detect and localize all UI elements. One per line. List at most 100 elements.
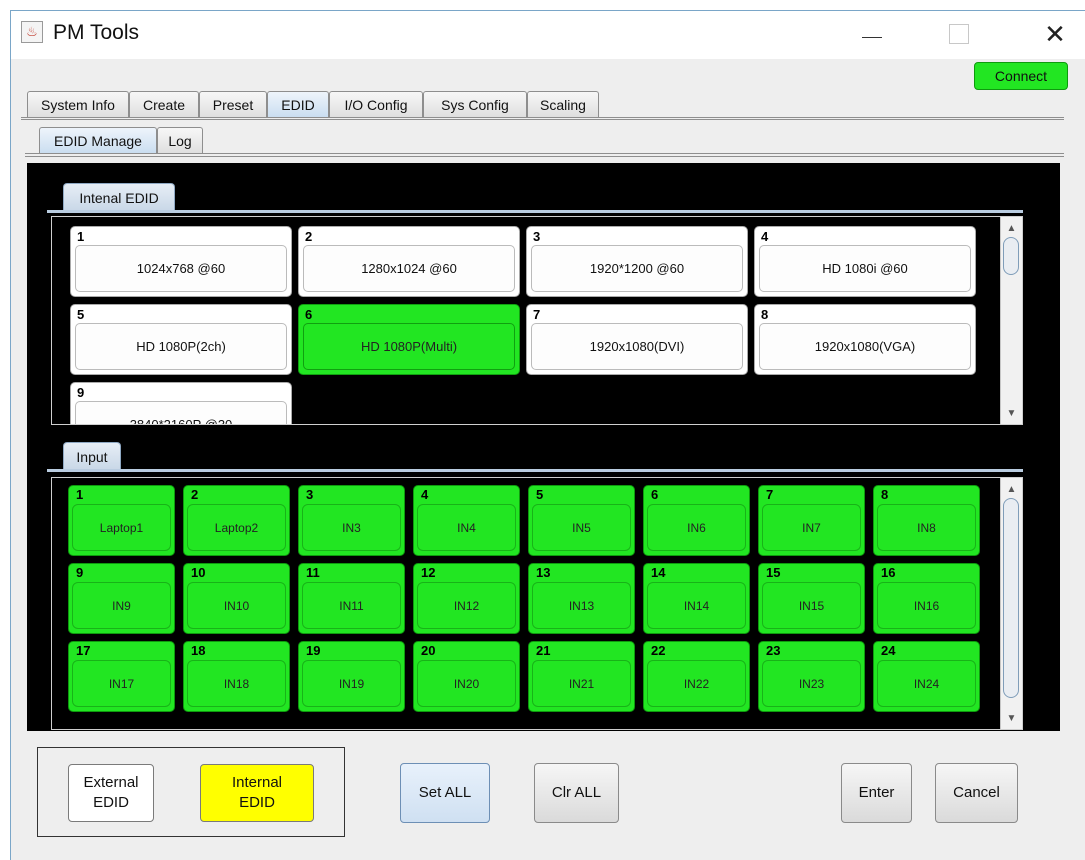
input-item-label: IN6 [647,504,746,551]
input-item-number: 23 [766,643,781,658]
clr-all-button[interactable]: Clr ALL [534,763,619,823]
input-item-number: 2 [191,487,199,502]
edid-item[interactable]: 9 3840*2160P @30 [70,382,292,424]
input-item[interactable]: 15 IN15 [758,563,865,634]
input-item[interactable]: 3 IN3 [298,485,405,556]
input-item[interactable]: 24 IN24 [873,641,980,712]
edid-mode-group: External EDID Internal EDID [37,747,345,837]
input-item[interactable]: 9 IN9 [68,563,175,634]
minimize-icon [862,36,882,38]
input-item[interactable]: 1 Laptop1 [68,485,175,556]
internal-edid-label-line1: Internal [231,774,283,791]
input-scrollbar[interactable]: ▲ ▼ [1000,478,1022,729]
input-item[interactable]: 2 Laptop2 [183,485,290,556]
input-item-number: 22 [651,643,666,658]
edid-item[interactable]: 1 1024x768 @60 [70,226,292,297]
edid-item[interactable]: 5 HD 1080P(2ch) [70,304,292,375]
input-item-label: IN24 [877,660,976,707]
edid-item[interactable]: 2 1280x1024 @60 [298,226,520,297]
internal-edid-label-line2: EDID [239,794,275,811]
connect-button[interactable]: Connect [974,62,1068,90]
set-all-button[interactable]: Set ALL [400,763,490,823]
edid-item-label: 1024x768 @60 [75,245,287,292]
input-item[interactable]: 19 IN19 [298,641,405,712]
edid-manage-panel: Intenal EDID 1 1024x768 @60 2 1280x1024 … [27,163,1060,731]
tab-system-info[interactable]: System Info [27,91,129,118]
enter-button[interactable]: Enter [841,763,912,823]
internal-edid-button[interactable]: Internal EDID [200,764,314,822]
edid-item-label: 1920x1080(DVI) [531,323,743,370]
input-item-label: IN11 [302,582,401,629]
input-item-label: IN3 [302,504,401,551]
input-item-number: 1 [76,487,84,502]
input-item-number: 18 [191,643,206,658]
input-section-tab[interactable]: Input [63,442,121,470]
input-item[interactable]: 23 IN23 [758,641,865,712]
input-item[interactable]: 18 IN18 [183,641,290,712]
edid-item[interactable]: 8 1920x1080(VGA) [754,304,976,375]
window-title: PM Tools [53,21,139,44]
tab-sys-config[interactable]: Sys Config [423,91,527,118]
app-window: ♨ PM Tools ✕ Connect System Info Create … [10,10,1085,860]
input-item[interactable]: 17 IN17 [68,641,175,712]
input-item[interactable]: 7 IN7 [758,485,865,556]
tab-scaling[interactable]: Scaling [527,91,599,118]
tab-preset[interactable]: Preset [199,91,267,118]
input-item-number: 11 [306,565,320,580]
input-item[interactable]: 16 IN16 [873,563,980,634]
edid-item-label: 1920*1200 @60 [531,245,743,292]
input-item-number: 20 [421,643,436,658]
input-item-number: 12 [421,565,436,580]
edid-item[interactable]: 7 1920x1080(DVI) [526,304,748,375]
input-item-label: IN10 [187,582,286,629]
input-item-number: 4 [421,487,429,502]
input-item[interactable]: 20 IN20 [413,641,520,712]
tab-edid[interactable]: EDID [267,91,329,118]
scroll-up-arrow-icon[interactable]: ▲ [1001,219,1022,237]
tab-create[interactable]: Create [129,91,199,118]
scroll-up-arrow-icon[interactable]: ▲ [1001,480,1022,498]
input-item-number: 3 [306,487,314,502]
input-item[interactable]: 5 IN5 [528,485,635,556]
internal-edid-section-tab[interactable]: Intenal EDID [63,183,175,211]
edid-item[interactable]: 3 1920*1200 @60 [526,226,748,297]
input-item-label: IN20 [417,660,516,707]
input-item[interactable]: 12 IN12 [413,563,520,634]
scroll-down-arrow-icon[interactable]: ▼ [1001,404,1022,422]
subtab-log[interactable]: Log [157,127,203,154]
edid-item-label: HD 1080i @60 [759,245,971,292]
input-item[interactable]: 4 IN4 [413,485,520,556]
input-list[interactable]: 1 Laptop1 2 Laptop2 3 IN3 4 IN4 5 IN5 6 IN6 7 IN7 8 IN8… [51,477,1023,730]
internal-edid-scrollbar[interactable]: ▲ ▼ [1000,217,1022,424]
input-item[interactable]: 22 IN22 [643,641,750,712]
tab-io-config[interactable]: I/O Config [329,91,423,118]
scroll-down-arrow-icon[interactable]: ▼ [1001,709,1022,727]
external-edid-button[interactable]: External EDID [68,764,154,822]
scroll-thumb[interactable] [1003,498,1019,698]
maximize-button[interactable] [936,17,982,51]
sub-tab-divider [25,153,1064,157]
input-item-label: IN16 [877,582,976,629]
input-item[interactable]: 21 IN21 [528,641,635,712]
edid-item-number: 3 [533,229,541,244]
input-item-number: 24 [881,643,896,658]
edid-item-number: 6 [305,307,313,322]
internal-edid-list[interactable]: 1 1024x768 @60 2 1280x1024 @60 3 1920*12… [51,216,1023,425]
cancel-button[interactable]: Cancel [935,763,1018,823]
main-tab-divider [21,117,1064,120]
input-item[interactable]: 13 IN13 [528,563,635,634]
edid-item[interactable]: 4 HD 1080i @60 [754,226,976,297]
input-divider [47,469,1023,472]
input-item[interactable]: 11 IN11 [298,563,405,634]
subtab-edid-manage[interactable]: EDID Manage [39,127,157,154]
input-item[interactable]: 8 IN8 [873,485,980,556]
input-item[interactable]: 6 IN6 [643,485,750,556]
external-edid-label-line1: External [83,774,139,791]
minimize-button[interactable] [849,17,895,51]
input-item[interactable]: 14 IN14 [643,563,750,634]
close-button[interactable]: ✕ [1032,17,1078,51]
scroll-thumb[interactable] [1003,237,1019,275]
edid-item-selected[interactable]: 6 HD 1080P(Multi) [298,304,520,375]
edid-item-label: 1280x1024 @60 [303,245,515,292]
input-item[interactable]: 10 IN10 [183,563,290,634]
